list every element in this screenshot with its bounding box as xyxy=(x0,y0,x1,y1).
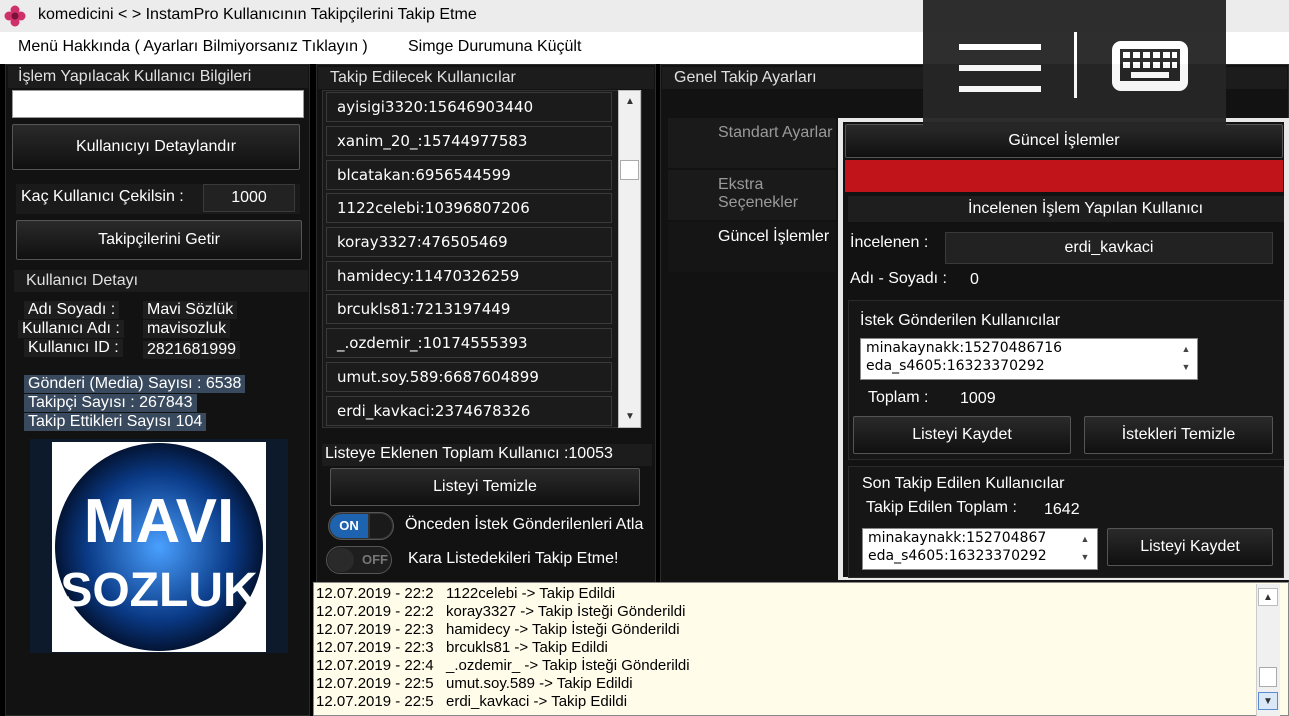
log-text: brcukls81 -> Takip Edildi xyxy=(446,639,608,656)
clear-requests-button[interactable]: İstekleri Temizle xyxy=(1084,416,1273,454)
log-time: 12.07.2019 - 22:3 xyxy=(316,621,434,638)
tab-current[interactable]: Güncel İşlemler xyxy=(668,222,836,272)
log-time: 12.07.2019 - 22:4 xyxy=(316,657,434,674)
user-id-label: Kullanıcı ID : xyxy=(24,339,123,357)
fullname-value: 0 xyxy=(970,271,979,288)
log-scrollbar-thumb[interactable] xyxy=(1259,667,1277,687)
user-detail-header: Kullanıcı Detayı xyxy=(14,270,308,292)
username-input[interactable] xyxy=(12,90,304,118)
blacklist-label: Kara Listedekileri Takip Etme! xyxy=(408,550,619,567)
count-input[interactable]: 1000 xyxy=(203,184,295,212)
list-item[interactable]: blcatakan:6956544599 xyxy=(326,160,612,190)
followers-count: Takipçi Sayısı : 267843 xyxy=(24,394,197,412)
log-scroll-up-icon[interactable]: ▲ xyxy=(1258,588,1278,606)
following-count: Takip Ettikleri Sayısı 104 xyxy=(24,413,207,431)
toggle-knob xyxy=(328,548,354,572)
list-item[interactable]: _.ozdemir_:10174555393 xyxy=(326,328,612,358)
floating-toolbar-overlay xyxy=(923,0,1226,131)
save-followed-button[interactable]: Listeyi Kaydet xyxy=(1107,528,1273,566)
log-text: hamidecy -> Takip İsteği Gönderildi xyxy=(446,621,680,638)
progress-bar xyxy=(845,160,1283,192)
last-followed-header: Son Takip Edilen Kullanıcılar xyxy=(862,475,1065,492)
list-item[interactable]: minakaynakk:152704867 xyxy=(868,529,1097,547)
log-text: _.ozdemir_ -> Takip İsteği Gönderildi xyxy=(446,657,690,674)
fetch-followers-button[interactable]: Takipçilerini Getir xyxy=(16,220,302,260)
log-time: 12.07.2019 - 22:2 xyxy=(316,585,434,602)
clear-list-button[interactable]: Listeyi Temizle xyxy=(330,468,640,506)
hamburger-menu-icon[interactable] xyxy=(959,44,1041,92)
overlay-divider xyxy=(1074,32,1077,98)
requests-list[interactable]: minakaynakk:15270486716 eda_s4605:163233… xyxy=(860,338,1198,380)
tab-standard[interactable]: Standart Ayarlar xyxy=(668,118,836,168)
followed-scroll-arrows-icon[interactable]: ▲ ▼ xyxy=(1075,530,1095,566)
logo-text-sozluk: SOZLUK xyxy=(60,564,258,617)
inspected-header: İncelenen İşlem Yapılan Kullanıcı xyxy=(968,200,1204,217)
toggle-on-label: ON xyxy=(330,514,368,538)
name-label: Adı Soyadı : xyxy=(24,301,120,319)
progress-fill xyxy=(845,160,1283,192)
log-time: 12.07.2019 - 22:2 xyxy=(316,603,434,620)
list-item[interactable]: minakaynakk:15270486716 xyxy=(866,339,1197,357)
log-time: 12.07.2019 - 22:3 xyxy=(316,639,434,656)
menu-minimize[interactable]: Simge Durumuna Küçült xyxy=(408,38,581,56)
list-item[interactable]: brcukls81:7213197449 xyxy=(326,294,612,324)
profile-picture: MAVI SOZLUK xyxy=(52,442,266,652)
user-info-header: İşlem Yapılacak Kullanıcı Bilgileri xyxy=(8,66,308,88)
log-text: koray3327 -> Takip İsteği Gönderildi xyxy=(446,603,686,620)
list-item[interactable]: xanim_20_:15744977583 xyxy=(326,126,612,156)
list-item[interactable]: ayisigi3320:15646903440 xyxy=(326,92,612,122)
follow-list-header: Takip Edilecek Kullanıcılar xyxy=(318,67,654,89)
inspected-label: İncelenen : xyxy=(850,234,929,251)
name-value: Mavi Sözlük xyxy=(143,301,238,319)
window-title: komedicini < > InstamPro Kullanıcının Ta… xyxy=(38,6,477,23)
list-total-label: Listeye Eklenen Toplam Kullanıcı :10053 xyxy=(325,445,613,462)
inspected-user-field[interactable]: erdi_kavkaci xyxy=(945,232,1273,264)
tab-extra[interactable]: Ekstra Seçenekler xyxy=(668,170,836,220)
posts-count: Gönderi (Media) Sayısı : 6538 xyxy=(24,375,246,393)
count-label: Kaç Kullanıcı Çekilsin : xyxy=(21,188,184,205)
list-item[interactable]: koray3327:476505469 xyxy=(326,227,612,257)
scroll-up-arrow-icon[interactable]: ▲ xyxy=(620,93,640,111)
log-text: 1122celebi -> Takip Edildi xyxy=(446,585,616,602)
save-requests-button[interactable]: Listeyi Kaydet xyxy=(853,416,1071,454)
toggle-off-label: OFF xyxy=(362,552,388,567)
requests-header: İstek Gönderilen Kullanıcılar xyxy=(860,312,1061,329)
log-text: erdi_kavkaci -> Takip Edildi xyxy=(446,693,628,710)
log-time: 12.07.2019 - 22:5 xyxy=(316,693,434,710)
logo-text-mavi: MAVI xyxy=(84,487,234,556)
followed-list[interactable]: minakaynakk:152704867 eda_s4605:16323370… xyxy=(862,528,1098,570)
log-text: umut.soy.589 -> Takip Edildi xyxy=(446,675,633,692)
menu-about[interactable]: Menü Hakkında ( Ayarları Bilmiyorsanız T… xyxy=(18,38,368,56)
scrollbar-thumb[interactable] xyxy=(620,160,639,180)
list-item[interactable]: erdi_kavkaci:2374678326 xyxy=(326,396,612,426)
detail-user-button[interactable]: Kullanıcıyı Detaylandır xyxy=(12,124,300,170)
app-flower-icon xyxy=(4,5,26,27)
requests-total-value: 1009 xyxy=(960,390,996,407)
list-item[interactable]: eda_s4605:16323370292 xyxy=(866,357,1197,375)
list-item[interactable]: umut.soy.589:6687604899 xyxy=(326,362,612,392)
user-id-value: 2821681999 xyxy=(143,341,240,359)
log-time: 12.07.2019 - 22:5 xyxy=(316,675,434,692)
followed-total-label: Takip Edilen Toplam : xyxy=(866,499,1017,516)
username-value: mavisozluk xyxy=(143,320,231,338)
requests-total-label: Toplam : xyxy=(868,389,929,406)
list-item[interactable]: hamidecy:11470326259 xyxy=(326,261,612,291)
username-label: Kullanıcı Adı : xyxy=(18,320,124,338)
log-scroll-down-icon[interactable]: ▼ xyxy=(1258,692,1278,710)
skip-requested-label: Önceden İstek Gönderilenleri Atla xyxy=(405,516,644,533)
keyboard-icon[interactable] xyxy=(1111,40,1189,92)
followed-total-value: 1642 xyxy=(1044,501,1080,518)
list-item[interactable]: 1122celebi:10396807206 xyxy=(326,193,612,223)
scroll-down-arrow-icon[interactable]: ▼ xyxy=(620,408,640,426)
list-item[interactable]: eda_s4605:16323370292 xyxy=(868,547,1097,565)
requests-scroll-arrows-icon[interactable]: ▲ ▼ xyxy=(1176,340,1196,376)
follow-list-scrollbar[interactable] xyxy=(618,90,641,428)
fullname-label: Adı - Soyadı : xyxy=(850,270,947,287)
